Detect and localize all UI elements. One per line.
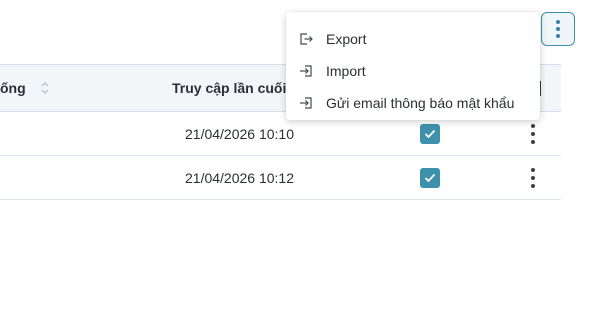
menu-item-export[interactable]: Export — [286, 23, 540, 55]
dot — [531, 132, 535, 136]
active-checkbox[interactable] — [420, 168, 440, 188]
column-header-last-access[interactable]: Truy cập lần cuối — [172, 65, 286, 111]
dot — [556, 34, 560, 38]
row-actions-button[interactable] — [524, 124, 542, 144]
menu-item-send-password-email[interactable]: Gửi email thông báo mật khẩu — [286, 87, 540, 119]
check-icon — [424, 173, 436, 183]
dot — [531, 176, 535, 180]
active-checkbox[interactable] — [420, 124, 440, 144]
column-header-last-access-label: Truy cập lần cuối — [172, 80, 287, 96]
actions-dropdown-menu: Export Import Gửi email thông báo mật kh… — [286, 12, 540, 120]
import-icon — [298, 63, 314, 79]
more-actions-button[interactable] — [541, 12, 575, 46]
table-row: 21/04/2026 10:12 — [0, 156, 561, 200]
sort-icon[interactable] — [40, 81, 50, 95]
dot — [531, 124, 535, 128]
column-header-system-label: ống — [0, 80, 26, 96]
send-email-icon — [298, 95, 314, 111]
menu-item-send-password-email-label: Gửi email thông báo mật khẩu — [326, 95, 515, 111]
row-actions-button[interactable] — [524, 168, 542, 188]
dot — [556, 27, 560, 31]
menu-item-import-label: Import — [326, 63, 366, 79]
dot — [531, 168, 535, 172]
last-access-cell: 21/04/2026 10:10 — [185, 125, 294, 142]
menu-item-import[interactable]: Import — [286, 55, 540, 87]
dot — [531, 140, 535, 144]
export-icon — [298, 31, 314, 47]
last-access-cell: 21/04/2026 10:12 — [185, 169, 294, 186]
page: ống Truy cập lần cuối 21/04/2026 10:10 2… — [0, 0, 599, 328]
dot — [531, 184, 535, 188]
column-header-system[interactable]: ống — [0, 65, 50, 111]
menu-item-export-label: Export — [326, 31, 367, 47]
check-icon — [424, 129, 436, 139]
dot — [556, 20, 560, 24]
